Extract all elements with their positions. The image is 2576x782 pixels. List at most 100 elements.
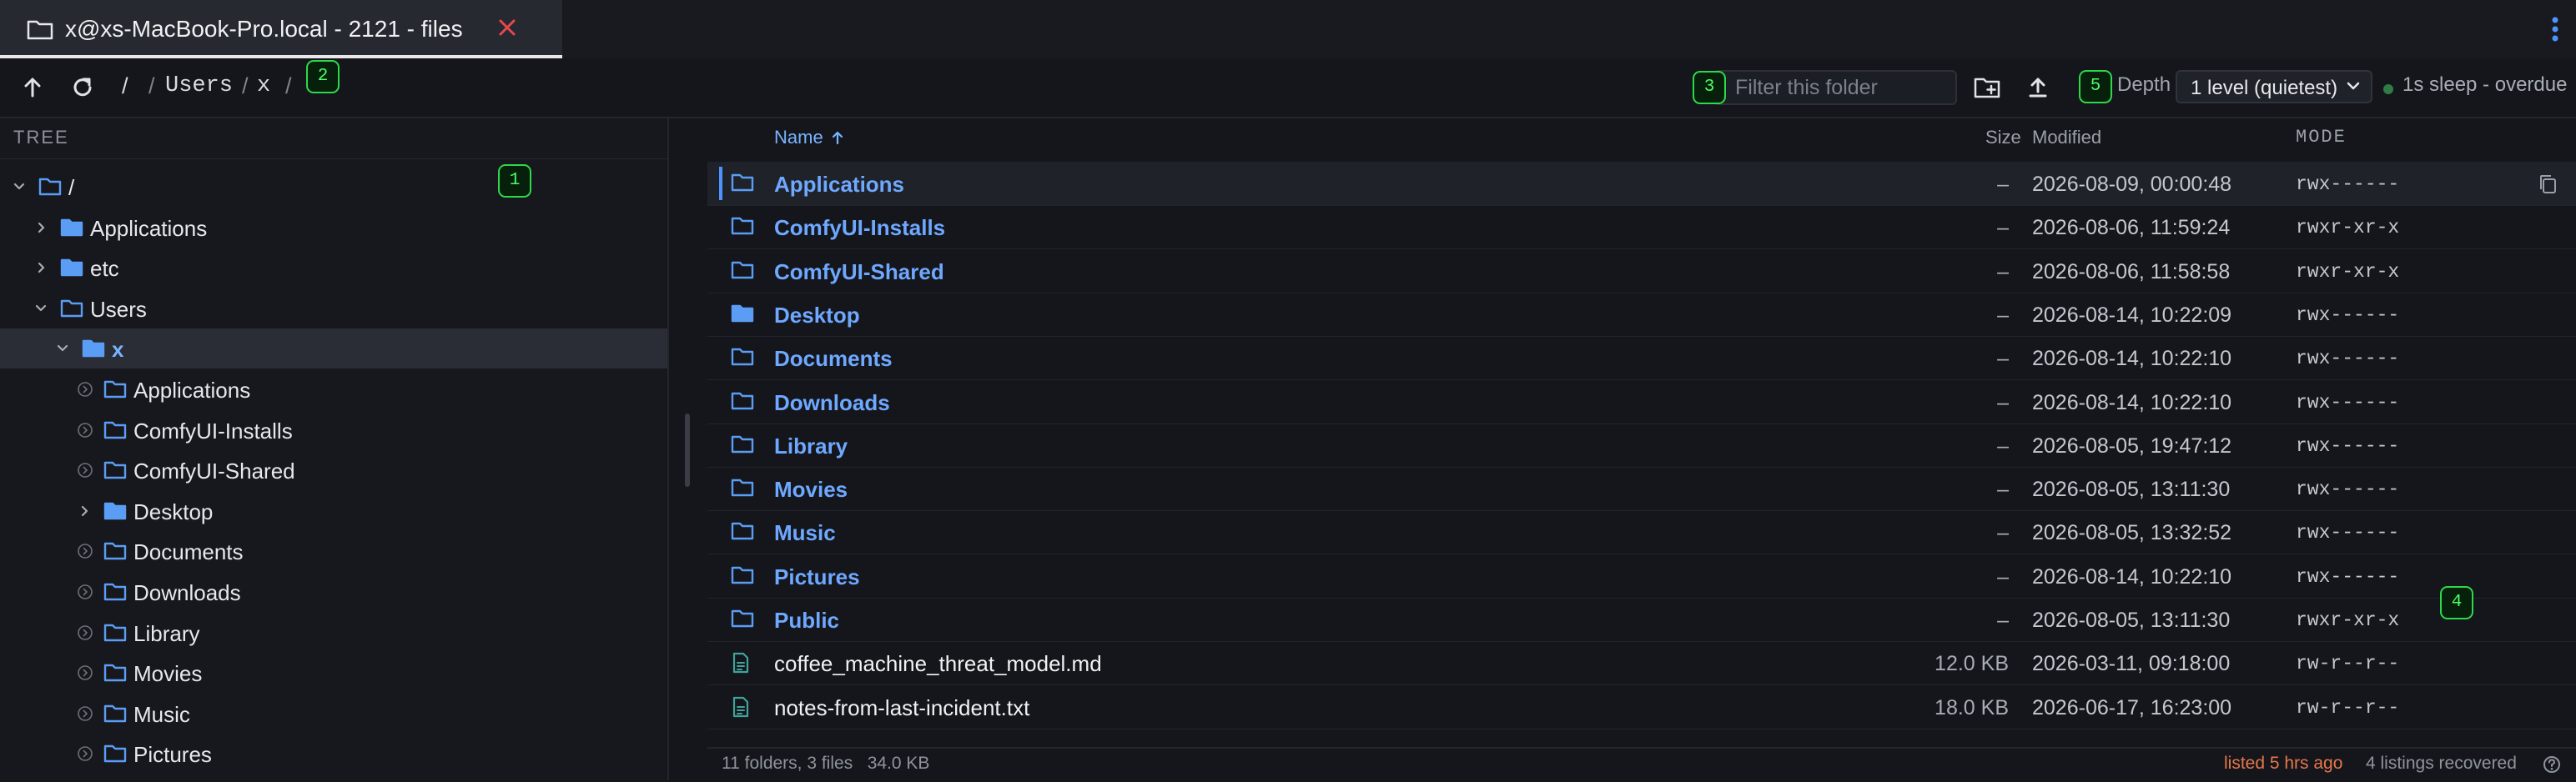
tree-item-etc[interactable]: etc	[0, 248, 667, 288]
tree-item-label: Music	[133, 701, 190, 727]
tree-item-downloads[interactable]: Downloads	[0, 572, 667, 612]
item-size: –	[1997, 478, 2009, 502]
new-folder-icon[interactable]	[1974, 75, 2002, 100]
folder-icon	[731, 391, 754, 411]
tree-item-users[interactable]: Users	[0, 288, 667, 328]
tree-item-applications[interactable]: Applications	[0, 208, 667, 248]
tree-item-root[interactable]: /	[0, 167, 667, 207]
breadcrumb-users[interactable]: Users	[165, 73, 233, 98]
listings-recovered: 4 listings recovered	[2366, 754, 2517, 773]
item-name[interactable]: Downloads	[774, 390, 890, 416]
divider	[0, 158, 667, 159]
chevron-right-icon[interactable]	[33, 220, 48, 235]
tree-item-pictures[interactable]: Pictures	[0, 734, 667, 774]
folder-icon	[103, 541, 127, 561]
breadcrumb-separator: /	[285, 73, 292, 98]
upload-icon[interactable]	[2025, 75, 2050, 100]
folder-icon	[731, 260, 754, 280]
item-size: –	[1997, 173, 2009, 196]
item-name[interactable]: Movies	[774, 477, 848, 503]
tree-item-applications[interactable]: Applications	[0, 369, 667, 409]
tree-item-music[interactable]: Music	[0, 694, 667, 734]
tree-item-label: Applications	[90, 215, 208, 241]
filter-input[interactable]	[1713, 70, 1957, 105]
item-name[interactable]: Desktop	[774, 303, 860, 328]
folder-icon	[103, 582, 127, 602]
expand-circle-icon[interactable]	[77, 462, 93, 479]
tree-item-comfyui-installs[interactable]: ComfyUI-Installs	[0, 410, 667, 450]
item-name[interactable]: Library	[774, 434, 848, 459]
breadcrumb-root[interactable]: /	[122, 73, 128, 99]
folder-row[interactable]: Public –2026-08-05, 13:11:30 rwxr-xr-x	[707, 598, 2576, 642]
tree-item-comfyui-shared[interactable]: ComfyUI-Shared	[0, 450, 667, 490]
depth-select[interactable]: 1 level (quietest)	[2176, 70, 2372, 103]
folder-icon	[731, 173, 754, 193]
item-modified: 2026-08-05, 13:11:30	[2032, 478, 2231, 502]
chevron-right-icon[interactable]	[77, 504, 92, 519]
folder-row[interactable]: Library –2026-08-05, 19:47:12 rwx------	[707, 424, 2576, 468]
tree-item-library[interactable]: Library	[0, 613, 667, 653]
expand-circle-icon[interactable]	[77, 422, 93, 439]
item-name[interactable]: ComfyUI-Shared	[774, 259, 944, 285]
help-icon[interactable]	[2543, 755, 2561, 774]
item-name[interactable]: ComfyUI-Installs	[774, 215, 945, 241]
tree-item-x[interactable]: x	[0, 328, 667, 369]
item-size: –	[1997, 347, 2009, 371]
up-arrow-icon[interactable]	[20, 75, 45, 100]
folder-row[interactable]: Documents –2026-08-14, 10:22:10 rwx------	[707, 336, 2576, 381]
expand-circle-icon[interactable]	[77, 584, 93, 600]
chevron-down-icon[interactable]	[12, 179, 27, 194]
folder-row[interactable]: Applications –2026-08-09, 00:00:48 rwx----…	[707, 162, 2576, 206]
item-size: –	[1997, 434, 2009, 458]
breadcrumb-x[interactable]: x	[257, 73, 270, 98]
chevron-down-icon[interactable]	[33, 301, 48, 316]
close-icon[interactable]	[497, 18, 517, 38]
folder-row[interactable]: Pictures –2026-08-14, 10:22:10 rwx------	[707, 554, 2576, 599]
folder-icon	[60, 218, 83, 238]
folder-icon	[731, 609, 754, 629]
refresh-icon[interactable]	[70, 75, 95, 100]
folder-icon	[38, 177, 62, 197]
folder-row[interactable]: ComfyUI-Shared –2026-08-06, 11:58:58 rwxr-…	[707, 249, 2576, 293]
item-name[interactable]: Pictures	[774, 564, 860, 590]
item-name[interactable]: Public	[774, 608, 839, 634]
expand-circle-icon[interactable]	[77, 664, 93, 681]
expand-circle-icon[interactable]	[77, 624, 93, 641]
column-name-header[interactable]: Name	[774, 127, 823, 148]
folder-icon	[60, 298, 83, 318]
expand-circle-icon[interactable]	[77, 745, 93, 762]
folder-row[interactable]: Desktop –2026-08-14, 10:22:09 rwx------	[707, 293, 2576, 337]
folder-row[interactable]: Movies –2026-08-05, 13:11:30 rwx------	[707, 467, 2576, 512]
tree-item-desktop[interactable]: Desktop	[0, 491, 667, 531]
file-row[interactable]: notes-from-last-incident.txt 18.0 KB 2026-…	[707, 685, 2576, 729]
depth-label: Depth	[2117, 73, 2171, 96]
item-name[interactable]: coffee_machine_threat_model.md	[774, 651, 1102, 677]
folder-row[interactable]: Downloads –2026-08-14, 10:22:10 rwx------	[707, 380, 2576, 424]
column-mode-header[interactable]: MODE	[2296, 127, 2347, 148]
tree-item-public[interactable]: Public	[0, 774, 667, 780]
column-modified-header[interactable]: Modified	[2032, 127, 2101, 148]
expand-circle-icon[interactable]	[77, 381, 93, 398]
file-row[interactable]: coffee_machine_threat_model.md 12.0 KB 202…	[707, 641, 2576, 686]
folder-row[interactable]: ComfyUI-Installs –2026-08-06, 11:59:24 rwx…	[707, 205, 2576, 250]
item-name[interactable]: Documents	[774, 346, 893, 372]
file-list: Name Size Modified MODE Applications –202…	[707, 118, 2576, 750]
column-size-header[interactable]: Size	[1985, 127, 2021, 148]
folder-row[interactable]: Music –2026-08-05, 13:32:52 rwx------	[707, 510, 2576, 555]
item-name[interactable]: Applications	[774, 172, 904, 198]
chevron-down-icon[interactable]	[55, 341, 70, 356]
more-menu-icon[interactable]	[2551, 17, 2559, 42]
tree-item-movies[interactable]: Movies	[0, 653, 667, 693]
copy-icon[interactable]	[2538, 173, 2558, 195]
expand-circle-icon[interactable]	[77, 543, 93, 559]
item-name[interactable]: Music	[774, 520, 836, 546]
chevron-right-icon[interactable]	[33, 260, 48, 275]
folder-icon	[103, 744, 127, 764]
folder-icon	[103, 663, 127, 683]
tree-item-documents[interactable]: Documents	[0, 531, 667, 571]
expand-circle-icon[interactable]	[77, 705, 93, 722]
tree-item-label: Library	[133, 620, 200, 646]
session-tab[interactable]: x@xs-MacBook-Pro.local - 2121 - files	[0, 0, 562, 58]
pane-splitter-handle[interactable]	[685, 414, 690, 487]
item-name[interactable]: notes-from-last-incident.txt	[774, 695, 1029, 721]
